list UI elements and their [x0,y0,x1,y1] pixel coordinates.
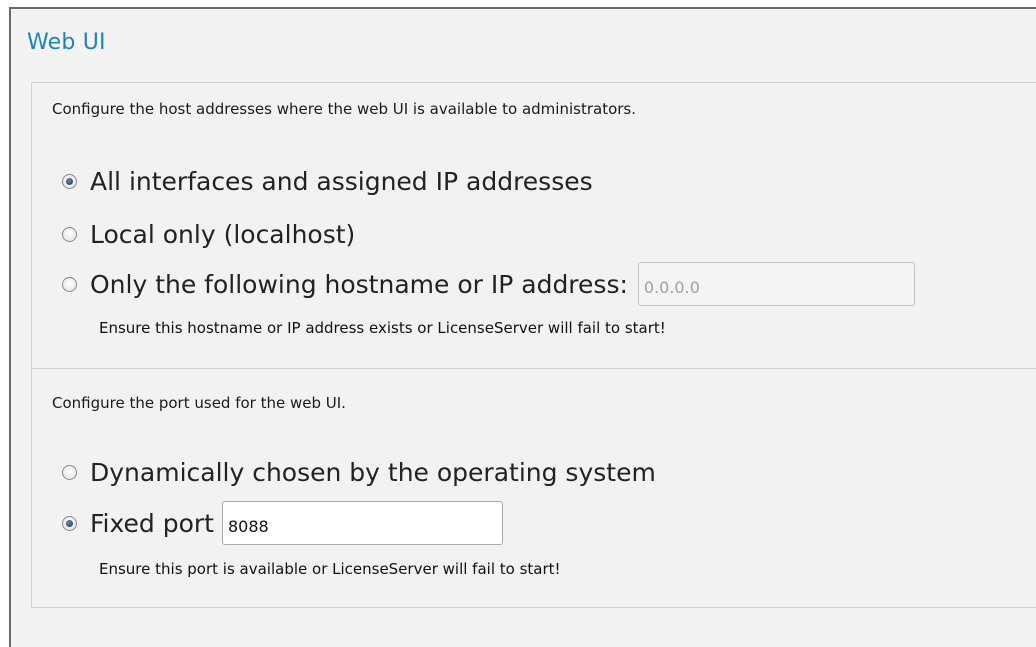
port-warning: Ensure this port is available or License… [99,560,561,578]
radio-specific-address[interactable]: Only the following hostname or IP addres… [62,262,915,306]
port-input[interactable] [221,501,503,545]
radio-unselected-icon[interactable] [62,465,77,480]
radio-local-only-label: Local only (localhost) [90,220,356,249]
radio-selected-icon[interactable] [62,515,77,531]
radio-fixed-port[interactable]: Fixed port [62,501,503,545]
port-group: Configure the port used for the web UI. … [31,368,1036,608]
host-description: Configure the host addresses where the w… [52,100,637,118]
radio-unselected-icon[interactable] [62,227,77,242]
port-description: Configure the port used for the web UI. [52,394,346,412]
section-title: Web UI [27,30,106,55]
radio-specific-address-label: Only the following hostname or IP addres… [90,269,628,299]
radio-local-only[interactable]: Local only (localhost) [62,220,355,249]
radio-unselected-icon[interactable] [62,276,77,292]
radio-selected-icon[interactable] [62,174,77,189]
radio-dynamic-port-label: Dynamically chosen by the operating syst… [90,458,656,487]
radio-fixed-port-label: Fixed port [90,508,214,538]
radio-all-interfaces[interactable]: All interfaces and assigned IP addresses [62,167,593,196]
radio-all-interfaces-label: All interfaces and assigned IP addresses [90,167,593,196]
address-input[interactable] [637,262,915,306]
host-warning: Ensure this hostname or IP address exist… [99,319,666,337]
radio-dynamic-port[interactable]: Dynamically chosen by the operating syst… [62,458,656,487]
host-address-group: Configure the host addresses where the w… [31,82,1036,369]
